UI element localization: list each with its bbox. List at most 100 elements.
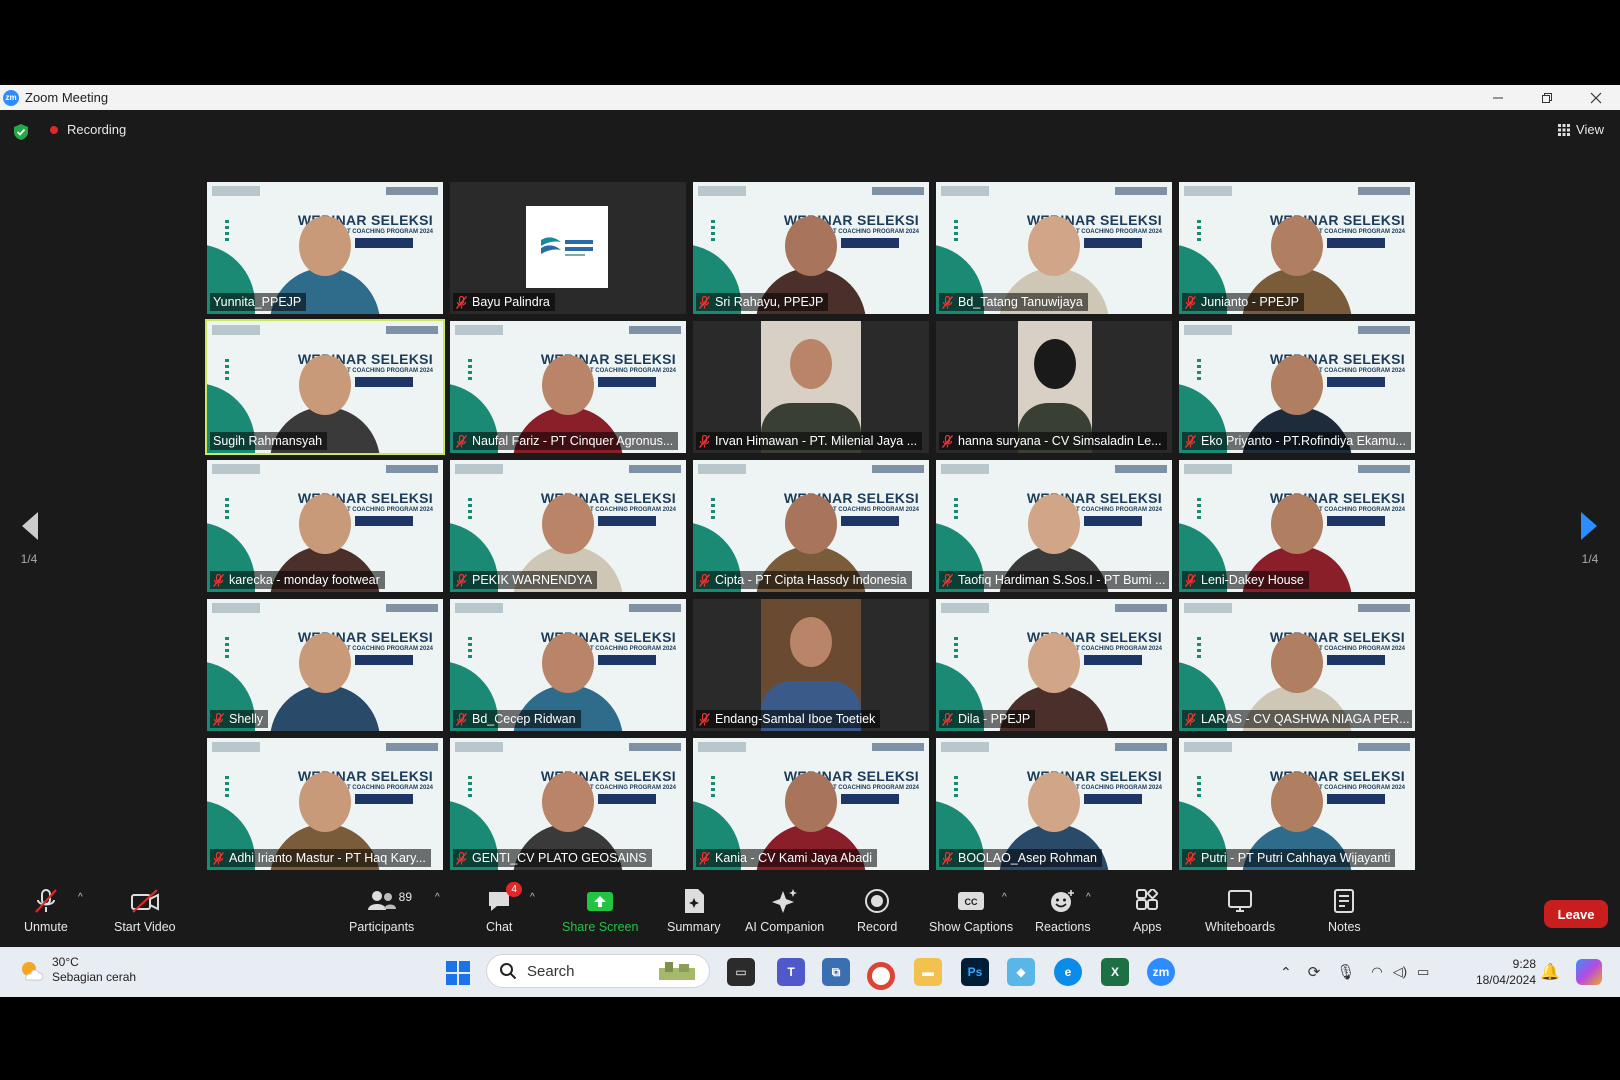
participant-tile[interactable]: WEBINAR SELEKSI EXPORT COACHING PROGRAM 2… (450, 460, 686, 592)
summary-button[interactable]: Summary (667, 888, 720, 934)
participant-face (1028, 633, 1080, 693)
show-captions-button[interactable]: CC Show Captions (929, 888, 1013, 934)
weather-widget[interactable]: 30°C Sebagian cerah (18, 955, 136, 985)
notes-button[interactable]: Notes (1328, 888, 1361, 934)
mic-muted-icon (942, 851, 953, 865)
record-button[interactable]: Record (857, 888, 897, 934)
participant-tile[interactable]: WEBINAR SELEKSI EXPORT COACHING PROGRAM 2… (693, 738, 929, 870)
tray-wifi-icon[interactable]: ◠ (1371, 964, 1382, 980)
participant-tile[interactable]: WEBINAR SELEKSI EXPORT COACHING PROGRAM 2… (207, 599, 443, 731)
participant-tile[interactable]: WEBINAR SELEKSI EXPORT COACHING PROGRAM 2… (693, 182, 929, 314)
minimize-button[interactable] (1473, 85, 1522, 110)
participant-tile[interactable]: WEBINAR SELEKSI EXPORT COACHING PROGRAM 2… (936, 738, 1172, 870)
participant-tile[interactable]: Endang-Sambal Iboe Toetiek (693, 599, 929, 731)
tray-chevron-up-icon[interactable]: ⌃ (1280, 964, 1292, 981)
participant-tile[interactable]: WEBINAR SELEKSI EXPORT COACHING PROGRAM 2… (207, 182, 443, 314)
tray-sync-icon[interactable]: ⟳ (1308, 963, 1321, 981)
reactions-options-caret-icon[interactable]: ^ (1086, 892, 1091, 903)
tray-microphone-icon[interactable]: 🎙 (1336, 963, 1355, 981)
participant-tile[interactable]: WEBINAR SELEKSI EXPORT COACHING PROGRAM 2… (936, 182, 1172, 314)
participant-tile[interactable]: WEBINAR SELEKSI EXPORT COACHING PROGRAM 2… (936, 460, 1172, 592)
taskbar-excel-icon[interactable]: X (1101, 958, 1129, 986)
whiteboards-button[interactable]: Whiteboards (1205, 888, 1275, 934)
apps-button[interactable]: Apps (1133, 888, 1162, 934)
participant-tile[interactable]: WEBINAR SELEKSI EXPORT COACHING PROGRAM 2… (450, 321, 686, 453)
chat-button[interactable]: 4 Chat (486, 882, 523, 934)
view-button[interactable]: View (1558, 122, 1604, 137)
audio-options-caret-icon[interactable]: ^ (78, 892, 83, 903)
participant-tile[interactable]: WEBINAR SELEKSI EXPORT COACHING PROGRAM 2… (450, 599, 686, 731)
arrow-left-icon[interactable] (18, 510, 40, 542)
participant-tile[interactable]: WEBINAR SELEKSI EXPORT COACHING PROGRAM 2… (207, 738, 443, 870)
close-window-button[interactable] (1571, 85, 1620, 110)
bank-indonesia-logo-icon (872, 743, 924, 751)
taskbar-remote-desktop-icon[interactable]: ⧉ (822, 958, 850, 986)
recording-indicator[interactable]: Recording (50, 122, 126, 137)
background-dots (954, 220, 958, 242)
taskbar-task-view-icon[interactable]: ▭ (727, 958, 755, 986)
participant-name-label: Dila - PPEJP (939, 710, 1036, 728)
chat-badge: 4 (506, 882, 523, 897)
windows-start-icon[interactable] (446, 961, 470, 985)
taskbar-search-box[interactable]: Search (486, 954, 710, 988)
arrow-right-icon[interactable] (1579, 510, 1601, 542)
reactions-button[interactable]: Reactions (1035, 888, 1091, 934)
start-video-button[interactable]: Start Video (114, 888, 176, 934)
participant-tile[interactable]: hanna suryana - CV Simsaladin Le... (936, 321, 1172, 453)
participant-tile[interactable]: WEBINAR SELEKSI EXPORT COACHING PROGRAM 2… (1179, 182, 1415, 314)
share-screen-button[interactable]: Share Screen (562, 888, 638, 934)
unmute-button[interactable]: Unmute (24, 888, 68, 934)
taskbar-chrome-icon[interactable] (867, 962, 895, 990)
participant-tile[interactable]: WEBINAR SELEKSI EXPORT COACHING PROGRAM 2… (1179, 599, 1415, 731)
taskbar-file-explorer-icon[interactable]: ▬ (914, 958, 942, 986)
whiteboards-label: Whiteboards (1205, 920, 1276, 934)
kementerian-logo-icon (1184, 464, 1232, 474)
tray-volume-icon[interactable]: ◁) (1393, 964, 1407, 980)
encryption-shield-icon[interactable] (13, 123, 29, 141)
participant-tile[interactable]: WEBINAR SELEKSI EXPORT COACHING PROGRAM 2… (1179, 321, 1415, 453)
participant-name: Junianto - PPEJP (1201, 295, 1299, 309)
background-date-badge (355, 655, 413, 665)
participant-tile[interactable]: Bayu Palindra (450, 182, 686, 314)
participant-tile[interactable]: WEBINAR SELEKSI EXPORT COACHING PROGRAM 2… (207, 460, 443, 592)
taskbar-teams-icon[interactable]: T (777, 958, 805, 986)
participant-name: PEKIK WARNENDYA (472, 573, 593, 587)
captions-options-caret-icon[interactable]: ^ (1002, 892, 1007, 903)
background-dots (468, 637, 472, 659)
bank-indonesia-logo-icon (629, 604, 681, 612)
participant-name-label: Shelly (210, 710, 269, 728)
record-icon (865, 889, 890, 913)
participant-tile[interactable]: WEBINAR SELEKSI EXPORT COACHING PROGRAM 2… (1179, 460, 1415, 592)
taskbar-zoom-icon[interactable]: zm (1147, 958, 1175, 986)
participants-button[interactable]: 89 Participants (349, 888, 414, 934)
copilot-icon[interactable] (1576, 959, 1602, 985)
leave-button[interactable]: Leave (1544, 900, 1608, 928)
next-page-nav[interactable]: 1/4 (1574, 510, 1606, 566)
participant-tile[interactable]: WEBINAR SELEKSI EXPORT COACHING PROGRAM 2… (205, 319, 445, 455)
kementerian-logo-icon (1184, 325, 1232, 335)
background-dots (225, 637, 229, 659)
participants-options-caret-icon[interactable]: ^ (435, 892, 440, 903)
previous-page-nav[interactable]: 1/4 (13, 510, 45, 566)
participant-tile[interactable]: Irvan Himawan - PT. Milenial Jaya ... (693, 321, 929, 453)
background-date-badge (598, 794, 656, 804)
kementerian-perdagangan-logo-icon (526, 206, 608, 288)
participant-tile[interactable]: WEBINAR SELEKSI EXPORT COACHING PROGRAM 2… (450, 738, 686, 870)
participant-tile[interactable]: WEBINAR SELEKSI EXPORT COACHING PROGRAM 2… (693, 460, 929, 592)
weather-sun-cloud-icon (22, 962, 44, 981)
notification-bell-icon[interactable]: 🔔 (1540, 962, 1560, 982)
background-dots (954, 498, 958, 520)
participant-face (785, 494, 837, 554)
ai-companion-button[interactable]: AI Companion (745, 888, 824, 934)
taskbar-photoshop-icon[interactable]: Ps (961, 958, 989, 986)
participant-name-label: Bayu Palindra (453, 293, 555, 311)
tray-battery-icon[interactable]: ▭ (1417, 964, 1429, 980)
taskbar-app-icon[interactable]: ◆ (1007, 958, 1035, 986)
chat-options-caret-icon[interactable]: ^ (530, 892, 535, 903)
mic-muted-icon (456, 712, 467, 726)
taskbar-clock[interactable]: 9:28 18/04/2024 (1476, 956, 1536, 988)
participant-tile[interactable]: WEBINAR SELEKSI EXPORT COACHING PROGRAM 2… (936, 599, 1172, 731)
participant-tile[interactable]: WEBINAR SELEKSI EXPORT COACHING PROGRAM 2… (1179, 738, 1415, 870)
restore-button[interactable] (1522, 85, 1571, 110)
taskbar-edge-icon[interactable]: e (1054, 958, 1082, 986)
